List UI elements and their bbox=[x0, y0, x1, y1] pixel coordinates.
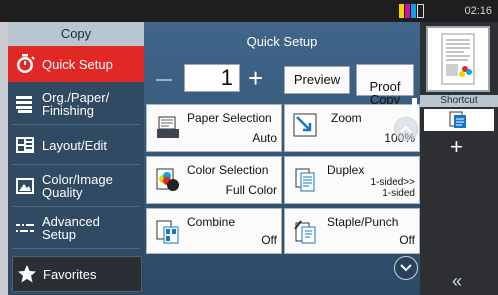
color-selection-value: Full Color bbox=[225, 183, 277, 197]
shortcut-document-icon bbox=[448, 111, 468, 129]
menu-item-label: Layout/Edit bbox=[42, 137, 108, 153]
timer-icon bbox=[14, 53, 36, 75]
menu-item-label: Color/Image Quality bbox=[42, 172, 113, 200]
toner-yellow bbox=[399, 4, 404, 18]
paper-stack-icon bbox=[14, 93, 36, 115]
color-selection-tile[interactable]: Color Selection Full Color bbox=[146, 156, 282, 204]
dashed-lines-icon bbox=[14, 217, 36, 239]
menu-item-org-paper-finishing[interactable]: Org./Paper/ Finishing bbox=[8, 84, 144, 124]
duplex-tile[interactable]: Duplex 1-sided>> 1-sided bbox=[284, 156, 420, 204]
menu-item-label: Advanced Setup bbox=[42, 214, 100, 242]
color-select-icon bbox=[155, 167, 181, 193]
toner-level-indicator bbox=[399, 4, 424, 18]
menu-item-layout-edit[interactable]: Layout/Edit bbox=[8, 126, 144, 164]
copies-input[interactable]: 1 bbox=[184, 64, 240, 92]
add-shortcut-button[interactable]: + bbox=[450, 136, 463, 158]
menu-item-color-image-quality[interactable]: Color/Image Quality bbox=[8, 166, 144, 206]
collapse-panel-button[interactable]: « bbox=[452, 271, 462, 292]
staple-punch-title: Staple/Punch bbox=[327, 215, 399, 229]
menu-divider bbox=[12, 164, 140, 165]
layout-grid-icon bbox=[14, 134, 36, 156]
decrease-copies-button[interactable] bbox=[156, 79, 172, 81]
page-title: Quick Setup bbox=[246, 34, 318, 49]
menu-item-advanced-setup[interactable]: Advanced Setup bbox=[8, 208, 144, 248]
favorites-button[interactable]: Favorites bbox=[12, 256, 142, 292]
quick-setup-panel: Quick Setup 1 + Preview Proof Copy Paper… bbox=[144, 22, 420, 295]
paper-selection-value: Auto bbox=[252, 131, 277, 145]
menu-title: Copy bbox=[8, 22, 144, 46]
combine-tile[interactable]: Combine Off bbox=[146, 208, 282, 254]
outer-edge bbox=[0, 22, 8, 295]
scroll-up-button[interactable] bbox=[394, 117, 418, 141]
right-panel: Shortcut + « bbox=[420, 22, 498, 295]
paper-selection-title: Paper Selection bbox=[187, 111, 272, 125]
shortcut-item[interactable] bbox=[424, 109, 494, 131]
duplex-title: Duplex bbox=[327, 163, 365, 177]
duplex-value: 1-sided>> 1-sided bbox=[370, 177, 415, 199]
favorites-label: Favorites bbox=[43, 266, 97, 282]
menu-item-quick-setup[interactable]: Quick Setup bbox=[8, 46, 144, 82]
increase-copies-button[interactable]: + bbox=[248, 65, 263, 91]
zoom-arrow-icon bbox=[293, 113, 319, 139]
staple-punch-tile[interactable]: Staple/Punch Off bbox=[284, 208, 420, 254]
chevron-down-icon bbox=[400, 264, 412, 272]
toner-magenta bbox=[405, 4, 410, 18]
paper-selection-tile[interactable]: Paper Selection Auto bbox=[146, 104, 282, 152]
scroll-down-button[interactable] bbox=[394, 256, 418, 280]
document-preview-icon bbox=[441, 33, 475, 85]
toner-black bbox=[417, 4, 424, 18]
duplex-icon bbox=[293, 167, 319, 193]
star-icon bbox=[17, 264, 37, 284]
preview-label: Preview bbox=[293, 72, 341, 87]
paper-tray-icon bbox=[155, 115, 181, 141]
combine-value: Off bbox=[261, 233, 277, 247]
proof-copy-label: Proof Copy bbox=[369, 79, 401, 107]
proof-copy-button[interactable]: Proof Copy bbox=[356, 64, 414, 106]
chevron-up-icon bbox=[400, 125, 412, 133]
scrollbar[interactable] bbox=[412, 98, 417, 116]
image-icon bbox=[14, 175, 36, 197]
menu-item-label: Quick Setup bbox=[42, 56, 113, 72]
staple-punch-value: Off bbox=[399, 233, 415, 247]
color-selection-title: Color Selection bbox=[187, 163, 269, 177]
menu-divider bbox=[12, 206, 140, 207]
menu-item-label: Org./Paper/ Finishing bbox=[42, 90, 110, 118]
combine-title: Combine bbox=[187, 215, 236, 229]
preview-button[interactable]: Preview bbox=[284, 66, 350, 94]
menu-divider bbox=[12, 248, 140, 249]
shortcut-label: Shortcut bbox=[420, 95, 498, 107]
menu-divider bbox=[12, 124, 140, 125]
left-menu: Copy Quick Setup Org./Paper/ Finishing L… bbox=[8, 22, 144, 295]
preview-thumbnail[interactable] bbox=[426, 26, 490, 92]
clock: 02:16 bbox=[464, 5, 492, 17]
zoom-title: Zoom bbox=[331, 111, 362, 125]
staple-icon bbox=[293, 219, 319, 245]
toner-cyan bbox=[411, 4, 416, 18]
combine-icon bbox=[155, 219, 181, 245]
status-bar: 02:16 bbox=[0, 0, 498, 22]
